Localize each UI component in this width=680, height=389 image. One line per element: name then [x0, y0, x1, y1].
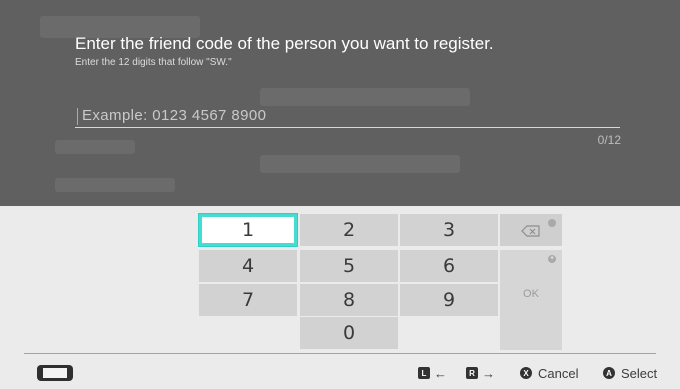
background-blur	[55, 140, 135, 154]
key-7[interactable]: 7	[199, 284, 297, 316]
cancel-label: Cancel	[538, 365, 579, 381]
dialog-subtitle: Enter the 12 digits that follow "SW."	[75, 57, 232, 68]
x-button-icon: X	[520, 367, 532, 379]
cancel-hint[interactable]: X Cancel	[520, 365, 578, 381]
key-8[interactable]: 8	[300, 284, 398, 316]
background-blur	[260, 88, 470, 106]
select-hint[interactable]: A Select	[603, 365, 657, 381]
key-0[interactable]: 0	[300, 317, 398, 349]
hint-r-right: R →	[466, 365, 495, 381]
input-underline	[75, 127, 620, 128]
right-arrow: →	[482, 365, 495, 381]
r-button-icon: R	[466, 367, 478, 379]
key-4[interactable]: 4	[199, 250, 297, 282]
b-button-icon	[548, 219, 556, 227]
footer-divider	[24, 353, 656, 354]
backspace-button[interactable]	[500, 214, 562, 246]
plus-button-icon: +	[548, 255, 556, 263]
ok-button[interactable]: + OK	[500, 250, 562, 350]
dialog-backdrop: Enter the friend code of the person you …	[0, 0, 680, 206]
key-1[interactable]: 1	[199, 214, 297, 246]
text-caret	[77, 108, 78, 125]
ok-label: OK	[523, 288, 539, 300]
background-blur	[260, 155, 460, 173]
left-arrow: ←	[434, 365, 447, 381]
key-6[interactable]: 6	[400, 250, 498, 282]
console-icon	[37, 365, 73, 381]
backspace-icon	[521, 225, 540, 237]
key-9[interactable]: 9	[400, 284, 498, 316]
a-button-icon: A	[603, 367, 615, 379]
background-blur	[55, 178, 175, 192]
key-3[interactable]: 3	[400, 214, 498, 246]
character-counter: 0/12	[597, 133, 621, 147]
friend-code-input[interactable]: Example: 0123 4567 8900	[82, 107, 266, 124]
key-5[interactable]: 5	[300, 250, 398, 282]
l-button-icon: L	[418, 367, 430, 379]
select-label: Select	[621, 365, 658, 381]
dialog-title: Enter the friend code of the person you …	[75, 34, 494, 53]
hint-l-left: L ←	[418, 365, 447, 381]
key-2[interactable]: 2	[300, 214, 398, 246]
